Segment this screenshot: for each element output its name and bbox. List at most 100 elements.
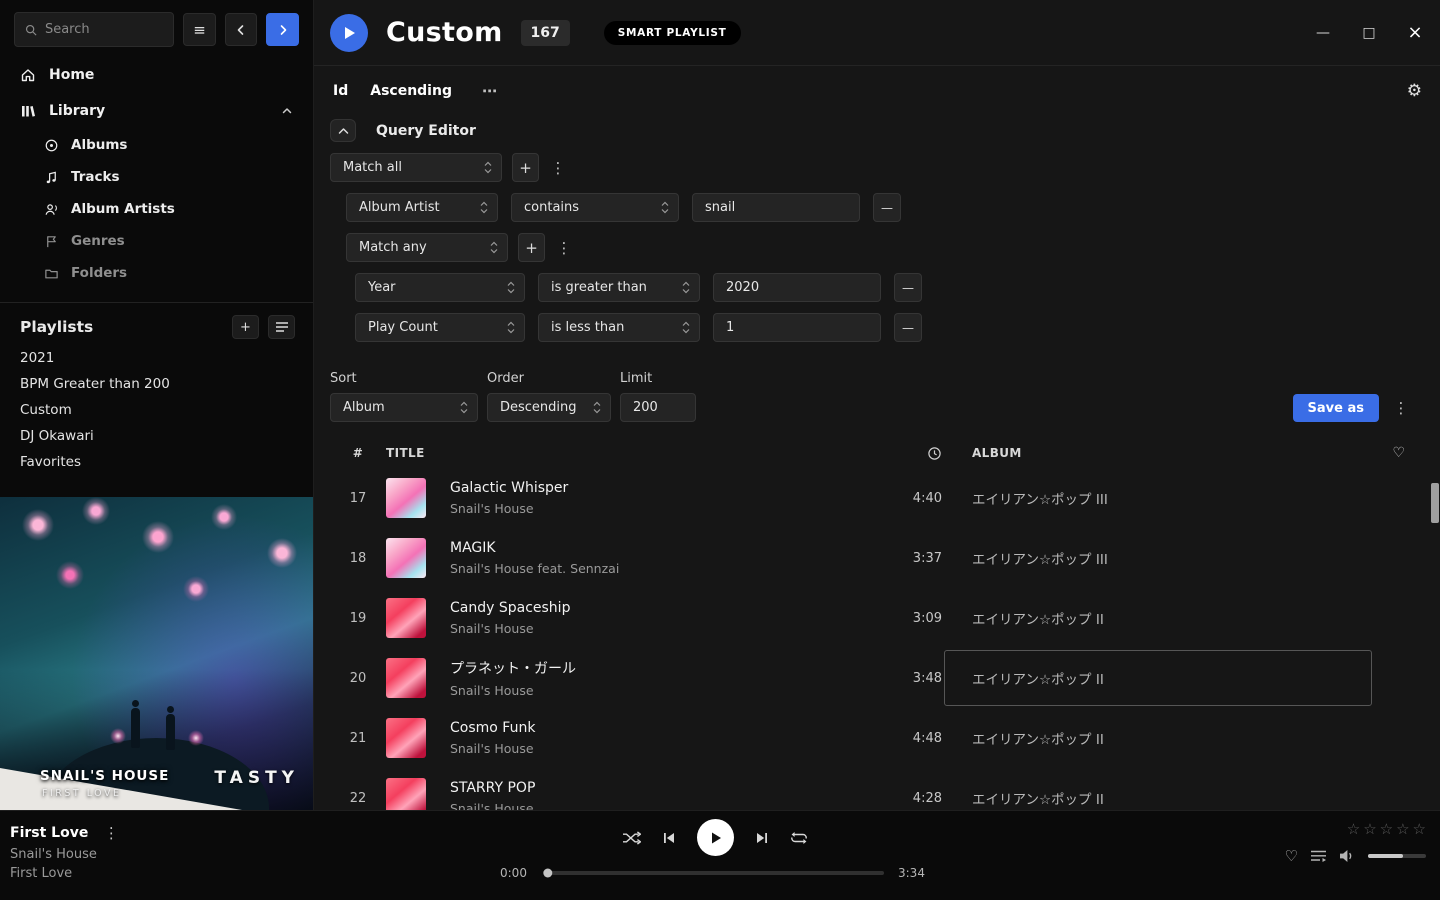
sort-direction-button[interactable]: Ascending [370,83,452,99]
remove-rule-button[interactable]: — [894,273,922,302]
search-box[interactable] [14,12,174,47]
column-duration[interactable] [927,446,944,461]
play-playlist-button[interactable] [330,14,368,52]
track-row[interactable]: 20 プラネット・ガール Snail's House 3:48 エイリアン☆ポッ… [330,648,1424,708]
playlist-list-button[interactable] [268,315,295,339]
seek-handle[interactable] [543,869,552,878]
chevron-up-icon[interactable] [281,105,293,117]
now-playing-menu-button[interactable]: ⋮ [102,824,120,842]
rule-value-input[interactable] [692,193,860,222]
playlist-item[interactable]: Custom [0,397,313,423]
star-icon[interactable]: ☆ [1347,820,1360,838]
menu-button[interactable]: ≡ [183,13,216,46]
select-arrows-icon [460,401,468,414]
column-favorite[interactable]: ♡ [1374,445,1424,461]
rule-operator-select[interactable]: is less than [538,313,700,342]
track-duration: 4:28 [854,791,944,806]
track-row[interactable]: 19 Candy Spaceship Snail's House 3:09 エイ… [330,588,1424,648]
sidebar-item-label: Home [49,67,94,83]
remove-rule-button[interactable]: — [873,193,901,222]
sidebar-item-genres[interactable]: Genres [0,225,313,257]
track-album-focused-cell[interactable]: エイリアン☆ポップ II [944,650,1372,706]
rule-field-select[interactable]: Album Artist [346,193,498,222]
query-order-select[interactable]: Descending [487,393,611,422]
scrollbar-thumb[interactable] [1431,483,1439,523]
settings-button[interactable]: ⚙ [1407,81,1422,101]
sidebar-item-tracks[interactable]: Tracks [0,161,313,193]
match-type-select[interactable]: Match any [346,233,508,262]
group-menu-button[interactable]: ⋮ [555,239,573,257]
select-arrows-icon [484,161,492,174]
query-menu-button[interactable]: ⋮ [1392,399,1410,417]
seek-slider[interactable] [546,871,884,875]
tracklist: # TITLE ALBUM ♡ 17 Galactic Whisper Snai [314,438,1440,810]
column-album[interactable]: ALBUM [944,446,1374,460]
home-icon [20,67,36,83]
folder-icon [44,266,59,281]
remove-rule-button[interactable]: — [894,313,922,342]
shuffle-button[interactable] [622,831,641,845]
sidebar-item-library[interactable]: Library [0,93,313,129]
artwork-figure [166,714,175,750]
search-input[interactable] [45,22,163,37]
playlist-item[interactable]: 2021 [0,345,313,371]
close-button[interactable]: × [1404,22,1426,43]
add-rule-button[interactable]: + [512,153,539,182]
rule-value-input[interactable] [713,313,881,342]
save-as-button[interactable]: Save as [1293,394,1379,422]
playlist-item[interactable]: DJ Okawari [0,423,313,449]
sort-more-button[interactable]: ⋯ [482,82,497,100]
star-icon[interactable]: ☆ [1363,820,1376,838]
group-menu-button[interactable]: ⋮ [549,159,567,177]
favorite-button[interactable]: ♡ [1285,847,1298,865]
next-button[interactable] [755,831,769,845]
repeat-button[interactable] [790,831,808,845]
now-playing-info: First Love ⋮ Snail's House First Love [0,811,300,900]
rule-operator-select[interactable]: contains [511,193,679,222]
select-arrows-icon [507,281,515,294]
limit-input[interactable] [620,393,696,422]
play-pause-button[interactable] [697,819,734,856]
collapse-query-editor-button[interactable] [330,119,356,142]
track-title: Cosmo Funk [450,720,854,736]
rule-value-input[interactable] [713,273,881,302]
rule-field-select[interactable]: Play Count [355,313,525,342]
column-title[interactable]: TITLE [386,446,450,460]
volume-slider[interactable] [1368,854,1426,858]
track-row[interactable]: 22 STARRY POP Snail's House 4:28 エイリアン☆ポ… [330,768,1424,810]
sidebar-item-albums[interactable]: Albums [0,129,313,161]
disc-icon [44,138,59,153]
maximize-button[interactable]: □ [1358,22,1380,43]
add-rule-button[interactable]: + [518,233,545,262]
track-row[interactable]: 18 MAGIK Snail's House feat. Sennzai 3:3… [330,528,1424,588]
playlist-list: 2021 BPM Greater than 200 Custom DJ Okaw… [0,345,313,497]
column-number[interactable]: # [330,446,386,460]
rule-operator-select[interactable]: is greater than [538,273,700,302]
sort-field-button[interactable]: Id [333,83,348,99]
match-type-select[interactable]: Match all [330,153,502,182]
artwork-label-text: TASTY [214,768,299,788]
star-icon[interactable]: ☆ [1413,820,1426,838]
star-icon[interactable]: ☆ [1396,820,1409,838]
nav-forward-button[interactable] [266,13,299,46]
minimize-button[interactable]: — [1312,22,1334,43]
playlist-item[interactable]: BPM Greater than 200 [0,371,313,397]
queue-button[interactable] [1311,850,1326,862]
sidebar-item-album-artists[interactable]: Album Artists [0,193,313,225]
rule-field-select[interactable]: Year [355,273,525,302]
divider [0,302,313,303]
sidebar-item-home[interactable]: Home [0,57,313,93]
track-row[interactable]: 21 Cosmo Funk Snail's House 4:48 エイリアン☆ポ… [330,708,1424,768]
now-playing-artwork: SNAIL'S HOUSE FIRST LOVE TASTY [0,497,313,810]
track-row[interactable]: 17 Galactic Whisper Snail's House 4:40 エ… [330,468,1424,528]
limit-label: Limit [620,371,696,386]
add-playlist-button[interactable]: + [232,315,259,339]
volume-icon-button[interactable] [1339,849,1355,863]
playlist-item[interactable]: Favorites [0,449,313,475]
previous-button[interactable] [662,831,676,845]
sidebar-item-folders[interactable]: Folders [0,257,313,289]
star-icon[interactable]: ☆ [1380,820,1393,838]
page-title: Custom [386,17,503,48]
query-sort-select[interactable]: Album [330,393,478,422]
nav-back-button[interactable] [225,13,258,46]
